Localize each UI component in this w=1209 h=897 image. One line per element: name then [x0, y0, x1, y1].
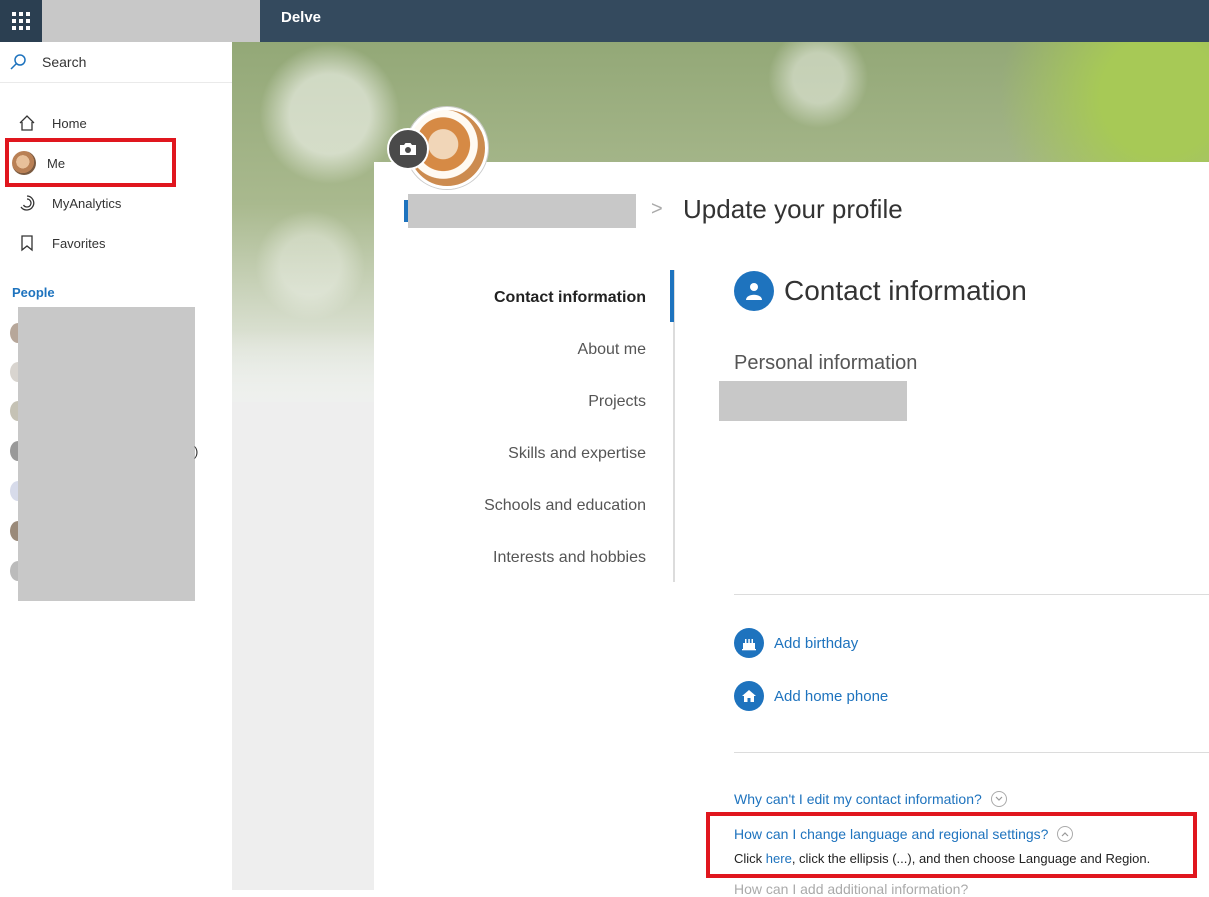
- content-gutter: [232, 402, 374, 890]
- person-name-fragment: ): [194, 444, 199, 459]
- breadcrumb-separator: >: [651, 198, 663, 220]
- cake-icon: [734, 628, 764, 658]
- divider: [734, 752, 1209, 753]
- nav-home-label: Home: [52, 115, 87, 131]
- highlight-language-faq: [706, 812, 1197, 878]
- people-heading[interactable]: People: [12, 285, 55, 300]
- add-home-phone-button[interactable]: Add home phone: [734, 681, 888, 711]
- app-title[interactable]: Delve: [281, 0, 321, 42]
- analytics-icon: [15, 191, 39, 215]
- add-home-phone-label: Add home phone: [774, 687, 889, 705]
- tab-about-me[interactable]: About me: [386, 341, 646, 359]
- highlight-me: [5, 138, 176, 187]
- person-icon: [734, 271, 774, 311]
- page-title: Update your profile: [683, 194, 903, 224]
- divider: [734, 594, 1209, 595]
- redacted-org-name: [42, 0, 260, 42]
- tab-projects[interactable]: Projects: [386, 393, 646, 411]
- redacted-user-name[interactable]: [408, 194, 636, 228]
- personal-information-heading: Personal information: [734, 352, 918, 374]
- redacted-personal-info: [719, 381, 907, 421]
- waffle-icon: [12, 12, 30, 30]
- chevron-down-icon: [990, 791, 1007, 807]
- bookmark-icon: [15, 231, 39, 255]
- house-icon: [734, 681, 764, 711]
- section-title: Contact information: [784, 275, 1027, 306]
- app-launcher-button[interactable]: [0, 0, 42, 42]
- tab-contact-information[interactable]: Contact information: [386, 289, 646, 307]
- search-box[interactable]: Search: [0, 42, 232, 83]
- faq-edit-contact[interactable]: Why can't I edit my contact information?: [734, 791, 1007, 807]
- nav-myanalytics-label: MyAnalytics: [52, 195, 122, 211]
- change-photo-button[interactable]: [387, 128, 429, 170]
- tab-schools-and-education[interactable]: Schools and education: [386, 497, 646, 515]
- tab-active-indicator: [670, 270, 674, 322]
- nav-favorites[interactable]: Favorites: [0, 223, 232, 263]
- search-icon: [10, 54, 26, 70]
- redacted-people-list: [18, 307, 195, 601]
- add-birthday-label: Add birthday: [774, 634, 859, 652]
- camera-icon: [400, 143, 416, 155]
- top-bar: Delve: [0, 0, 1209, 42]
- nav-home[interactable]: Home: [0, 103, 232, 143]
- add-birthday-button[interactable]: Add birthday: [734, 628, 858, 658]
- tab-interests-and-hobbies[interactable]: Interests and hobbies: [386, 549, 646, 567]
- faq-edit-contact-label: Why can't I edit my contact information?: [734, 791, 982, 807]
- nav-myanalytics[interactable]: MyAnalytics: [0, 183, 232, 223]
- faq-next-cut[interactable]: How can I add additional information?: [734, 881, 968, 897]
- home-icon: [15, 111, 39, 135]
- nav-favorites-label: Favorites: [52, 235, 106, 251]
- profile-card: [374, 162, 1209, 890]
- search-input[interactable]: Search: [42, 54, 86, 70]
- tab-skills-and-expertise[interactable]: Skills and expertise: [386, 445, 646, 463]
